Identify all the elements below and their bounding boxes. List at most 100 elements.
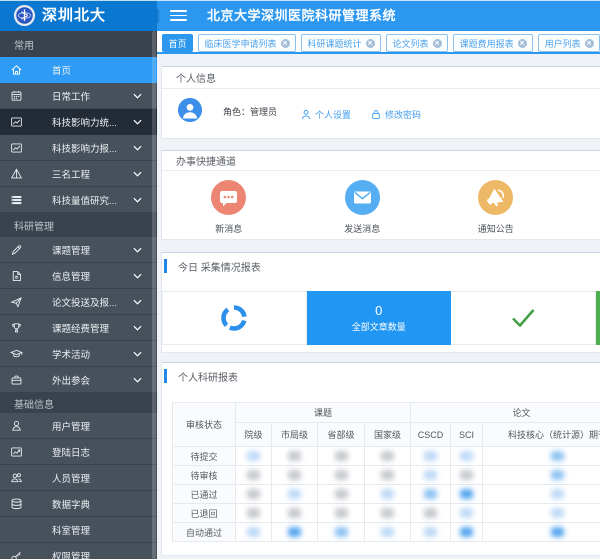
sidebar-item-project-funding[interactable]: 课题经费管理 [0,315,157,341]
top-hairline [0,0,600,1]
quick-item-new-message[interactable]: 新消息 [162,171,296,235]
sidebar-item-personnel-mgmt[interactable]: 人员管理 [0,465,157,491]
panel-header: 今日 采集情况报表 [162,253,600,279]
column-header-status: 审核状态 [173,403,236,447]
quick-item-notices[interactable]: 通知公告 [429,171,563,235]
redacted-value [288,451,301,461]
sidebar-section-common: 常用 [0,31,157,57]
sidebar-item-user-mgmt[interactable]: 用户管理 [0,413,157,439]
sidebar-item-label: 登陆日志 [52,445,90,459]
check-mark-icon [508,305,538,331]
sidebar-item-label: 课题经费管理 [52,321,109,335]
column-header: 院级 [236,423,272,447]
tab-home[interactable]: 首页 [162,34,193,52]
user-icon [301,109,311,120]
chevron-down-icon [133,273,142,279]
tab-research-project-stats[interactable]: 科研课题统计 [301,34,381,52]
quick-item-label: 发送消息 [344,222,380,235]
redacted-value [247,527,260,537]
megaphone-icon [478,180,513,215]
chevron-down-icon [133,93,142,99]
row-label: 已通过 [173,485,236,504]
sidebar-item-paper-submission[interactable]: 论文投送及报... [0,289,157,315]
sidebar-item-outbound-meetings[interactable]: 外出参会 [0,367,157,393]
sidebar-item-label: 三名工程 [52,167,90,181]
database-icon [10,497,23,510]
hamburger-icon[interactable] [170,10,188,22]
close-icon[interactable] [518,39,527,48]
sidebar-item-tech-value-research[interactable]: 科技量值研究... [0,187,157,213]
report-table-wrap: 审核状态 课题 论文 院级 市局级 省部级 国家级 CSCD SCI 科技核心（… [162,389,600,542]
redacted-value [247,451,260,461]
tab-paper-list[interactable]: 论文列表 [386,34,448,52]
tab-label: 首页 [169,37,187,50]
page-title: 北京大学深圳医院科研管理系统 [207,0,396,31]
chevron-down-icon [133,119,142,125]
sidebar-item-login-log[interactable]: 登陆日志 [0,439,157,465]
app-window: 深圳北大 北京大学深圳医院科研管理系统 常用 首页 日常工作 [0,0,600,559]
table-row: 待审核 [173,466,600,485]
row-label: 已退回 [173,504,236,523]
column-header: CSCD [411,423,451,447]
link-label: 个人设置 [315,108,351,121]
row-label: 待提交 [173,447,236,466]
change-password-link[interactable]: 修改密码 [371,89,421,139]
sidebar-item-home[interactable]: 首页 [0,57,157,83]
role-text: 角色：管理员 [223,89,277,139]
table-row: 待提交 [173,447,600,466]
sidebar-item-academic-activities[interactable]: 学术活动 [0,341,157,367]
close-icon[interactable] [281,39,290,48]
sidebar-item-project-mgmt[interactable]: 课题管理 [0,237,157,263]
sidebar-item-department-mgmt[interactable]: 科室管理 [0,517,157,543]
user-avatar-icon [178,98,202,122]
sidebar-item-data-dictionary[interactable]: 数据字典 [0,491,157,517]
panel-title: 今日 采集情况报表 [178,259,261,274]
redacted-value [551,470,564,480]
chart-image-icon [10,141,23,154]
sidebar-item-label: 科技量值研究... [52,193,117,207]
sidebar-item-tech-influence-stats[interactable]: 科技影响力统... [0,109,157,135]
user-icon [10,419,23,432]
redacted-value [381,508,394,518]
main-content: 个人信息 角色：管理员 个人设置 [161,54,600,559]
brand-area[interactable]: 深圳北大 [0,0,157,31]
tab-user-list[interactable]: 用户列表 [538,34,600,52]
close-icon[interactable] [585,39,594,48]
column-header: 省部级 [318,423,365,447]
sidebar-item-tech-influence-report[interactable]: 科技影响力报... [0,135,157,161]
quick-item-label: 新消息 [215,222,242,235]
redacted-value [424,527,437,537]
sidebar-item-label: 首页 [52,63,71,77]
role-value: 管理员 [250,107,277,117]
sidebar-item-three-famous-project[interactable]: 三名工程 [0,161,157,187]
column-header: 国家级 [365,423,411,447]
row-label: 待审核 [173,466,236,485]
accent-bar [164,369,167,383]
table-row: 已退回 [173,504,600,523]
sidebar-item-info-mgmt[interactable]: 信息管理 [0,263,157,289]
sidebar-item-permission-mgmt[interactable]: 权限管理 [0,543,157,559]
column-group-project: 课题 [236,403,411,423]
chevron-down-icon [133,377,142,383]
key-icon [10,549,23,559]
personal-info-body: 角色：管理员 个人设置 修改密码 [162,89,600,139]
close-icon[interactable] [366,39,375,48]
redacted-value [551,527,564,537]
stat-value: 0 [375,303,382,318]
close-icon[interactable] [433,39,442,48]
sidebar-scrollbar[interactable] [152,31,156,559]
quick-item-send-message[interactable]: 发送消息 [296,171,430,235]
brand-name: 深圳北大 [42,0,106,31]
tab-project-expense-report[interactable]: 课题费用报表 [453,34,533,52]
redacted-value [335,489,348,499]
redacted-value [247,470,260,480]
personal-settings-link[interactable]: 个人设置 [301,89,351,139]
link-label: 修改密码 [385,108,421,121]
panel-title: 办事快捷通道 [176,153,236,168]
redacted-value [288,489,301,499]
sidebar-item-daily-work[interactable]: 日常工作 [0,83,157,109]
tab-clinical-application-list[interactable]: 临床医学申请列表 [198,34,296,52]
quick-channel-body: 新消息 发送消息 [162,171,600,235]
redacted-value [460,527,473,537]
redacted-value [381,489,394,499]
